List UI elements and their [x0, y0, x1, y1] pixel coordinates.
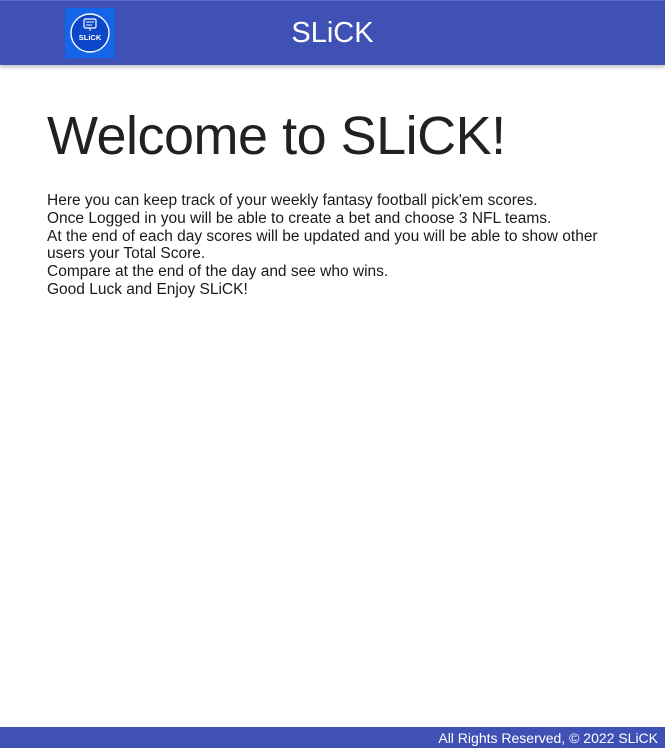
intro-line: Once Logged in you will be able to creat… [47, 209, 552, 227]
intro-line: Here you can keep track of your weekly f… [47, 192, 538, 209]
intro-line: Good Luck and Enjoy SLiCK! [47, 280, 248, 298]
logo-text: SLiCK [79, 33, 102, 42]
slick-logo-icon: SLiCK [65, 8, 115, 58]
app-footer: All Rights Reserved, © 2022 SLiCK [0, 727, 665, 748]
intro-line: At the end of each day scores will be up… [47, 227, 598, 263]
intro-text: Here you can keep track of your weekly f… [47, 192, 617, 299]
main-content: Welcome to SLiCK! Here you can keep trac… [47, 100, 617, 299]
intro-line: Compare at the end of the day and see wh… [47, 263, 389, 281]
logo-link[interactable]: SLiCK [65, 8, 115, 58]
copyright-text: All Rights Reserved, © 2022 SLiCK [438, 730, 658, 746]
page-title: Welcome to SLiCK! [47, 106, 506, 166]
app-header: SLiCK SLiCK [0, 0, 665, 65]
